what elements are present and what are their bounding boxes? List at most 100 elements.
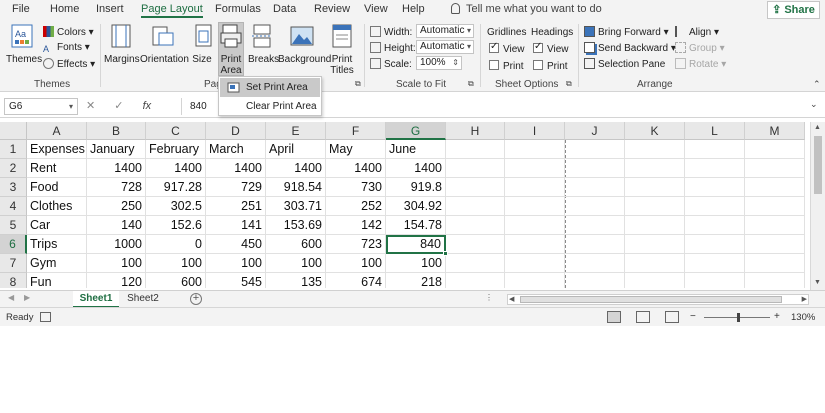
tab-formulas[interactable]: Formulas <box>215 3 261 15</box>
table-cell[interactable]: 100 <box>206 254 266 273</box>
table-cell[interactable]: 729 <box>206 178 266 197</box>
column-header[interactable]: J <box>565 122 625 140</box>
table-cell[interactable] <box>745 235 805 254</box>
table-cell[interactable] <box>745 273 805 288</box>
formula-input[interactable]: 840 <box>190 101 207 112</box>
sheet-options-launcher-icon[interactable]: ⧉ <box>566 79 572 89</box>
share-button[interactable]: ⇪ Share <box>767 1 820 19</box>
themes-button[interactable]: Aa Themes <box>6 23 42 65</box>
scroll-up-icon[interactable]: ▲ <box>814 124 821 131</box>
table-cell[interactable]: 152.6 <box>146 216 206 235</box>
set-print-area-item[interactable]: Set Print Area <box>220 78 320 97</box>
table-cell[interactable]: 141 <box>206 216 266 235</box>
table-cell[interactable]: 918.54 <box>266 178 326 197</box>
row-header[interactable]: 8 <box>0 273 27 288</box>
fill-handle[interactable] <box>443 251 448 256</box>
row-header[interactable]: 3 <box>0 178 27 197</box>
zoom-out-button[interactable]: − <box>690 311 696 322</box>
column-header[interactable]: B <box>87 122 146 140</box>
column-header[interactable]: G <box>386 122 446 140</box>
column-header[interactable]: F <box>326 122 386 140</box>
table-cell[interactable] <box>745 159 805 178</box>
zoom-level[interactable]: 130% <box>791 312 815 323</box>
column-header[interactable]: I <box>505 122 565 140</box>
zoom-slider-knob[interactable] <box>737 313 740 322</box>
table-cell[interactable] <box>505 178 565 197</box>
tab-view[interactable]: View <box>364 3 388 15</box>
table-cell[interactable]: 120 <box>87 273 146 288</box>
prev-sheet-icon[interactable]: ◀ <box>8 293 14 302</box>
table-cell[interactable]: 1400 <box>266 159 326 178</box>
row-header[interactable]: 5 <box>0 216 27 235</box>
column-header[interactable]: K <box>625 122 685 140</box>
margins-button[interactable]: Margins <box>104 23 140 65</box>
table-cell[interactable] <box>685 254 745 273</box>
table-cell[interactable] <box>446 140 505 159</box>
table-cell[interactable]: Food <box>27 178 87 197</box>
table-cell[interactable] <box>505 235 565 254</box>
column-header[interactable]: E <box>266 122 326 140</box>
table-cell[interactable]: 600 <box>266 235 326 254</box>
table-cell[interactable]: 0 <box>146 235 206 254</box>
table-cell[interactable] <box>505 197 565 216</box>
table-cell[interactable]: Car <box>27 216 87 235</box>
row-header[interactable]: 6 <box>0 235 27 254</box>
horizontal-scroll-thumb[interactable] <box>520 296 782 303</box>
scroll-thumb[interactable] <box>814 136 822 194</box>
table-cell[interactable]: 919.8 <box>386 178 446 197</box>
scale-spinner[interactable]: 100% ⇕ <box>416 56 462 70</box>
table-cell[interactable]: 153.69 <box>266 216 326 235</box>
table-cell[interactable]: April <box>266 140 326 159</box>
table-cell[interactable] <box>446 273 505 288</box>
table-cell[interactable] <box>446 197 505 216</box>
background-button[interactable]: Background <box>278 23 331 65</box>
headings-view-checkbox[interactable]: View <box>533 41 569 55</box>
page-break-preview-icon[interactable] <box>665 311 679 323</box>
row-header[interactable]: 1 <box>0 140 27 159</box>
table-cell[interactable]: 100 <box>266 254 326 273</box>
normal-view-icon[interactable] <box>607 311 621 323</box>
tell-me-box[interactable]: Tell me what you want to do <box>451 3 602 15</box>
sheet-tab-sheet2[interactable]: Sheet2 <box>121 291 165 308</box>
tab-review[interactable]: Review <box>314 3 350 15</box>
tab-help[interactable]: Help <box>402 3 425 15</box>
table-cell[interactable] <box>565 159 625 178</box>
table-cell[interactable] <box>685 273 745 288</box>
tab-insert[interactable]: Insert <box>96 3 124 15</box>
table-cell[interactable] <box>505 254 565 273</box>
table-cell[interactable] <box>625 197 685 216</box>
print-titles-button[interactable]: Print Titles <box>328 23 356 76</box>
table-cell[interactable]: 1400 <box>386 159 446 178</box>
table-cell[interactable] <box>505 159 565 178</box>
table-cell[interactable] <box>685 235 745 254</box>
table-cell[interactable]: 730 <box>326 178 386 197</box>
size-button[interactable]: Size <box>190 23 214 65</box>
colors-button[interactable]: Colors ▾ <box>43 26 94 38</box>
collapse-ribbon-icon[interactable]: ⌃ <box>813 79 821 90</box>
table-cell[interactable] <box>625 178 685 197</box>
table-cell[interactable]: 304.92 <box>386 197 446 216</box>
table-cell[interactable] <box>625 235 685 254</box>
insert-function-icon[interactable]: fx <box>143 100 152 112</box>
table-cell[interactable]: 450 <box>206 235 266 254</box>
table-cell[interactable]: 250 <box>87 197 146 216</box>
rotate-button[interactable]: Rotate ▾ <box>675 58 726 70</box>
table-cell[interactable] <box>565 235 625 254</box>
column-header[interactable]: C <box>146 122 206 140</box>
row-header[interactable]: 2 <box>0 159 27 178</box>
tab-data[interactable]: Data <box>273 3 296 15</box>
name-box[interactable]: G6 ▾ <box>4 98 78 115</box>
table-cell[interactable]: 1400 <box>87 159 146 178</box>
gridlines-print-checkbox[interactable]: Print <box>489 60 524 72</box>
add-sheet-icon[interactable]: + <box>190 293 202 305</box>
table-cell[interactable]: June <box>386 140 446 159</box>
table-cell[interactable]: Expenses <box>27 140 87 159</box>
table-cell[interactable]: 140 <box>87 216 146 235</box>
table-cell[interactable]: May <box>326 140 386 159</box>
table-cell[interactable]: 303.71 <box>266 197 326 216</box>
table-cell[interactable]: Fun <box>27 273 87 288</box>
vertical-scrollbar[interactable]: ▲ ▼ <box>810 122 825 290</box>
tab-home[interactable]: Home <box>50 3 79 15</box>
select-all-corner[interactable] <box>0 122 27 140</box>
tab-file[interactable]: File <box>12 3 30 15</box>
